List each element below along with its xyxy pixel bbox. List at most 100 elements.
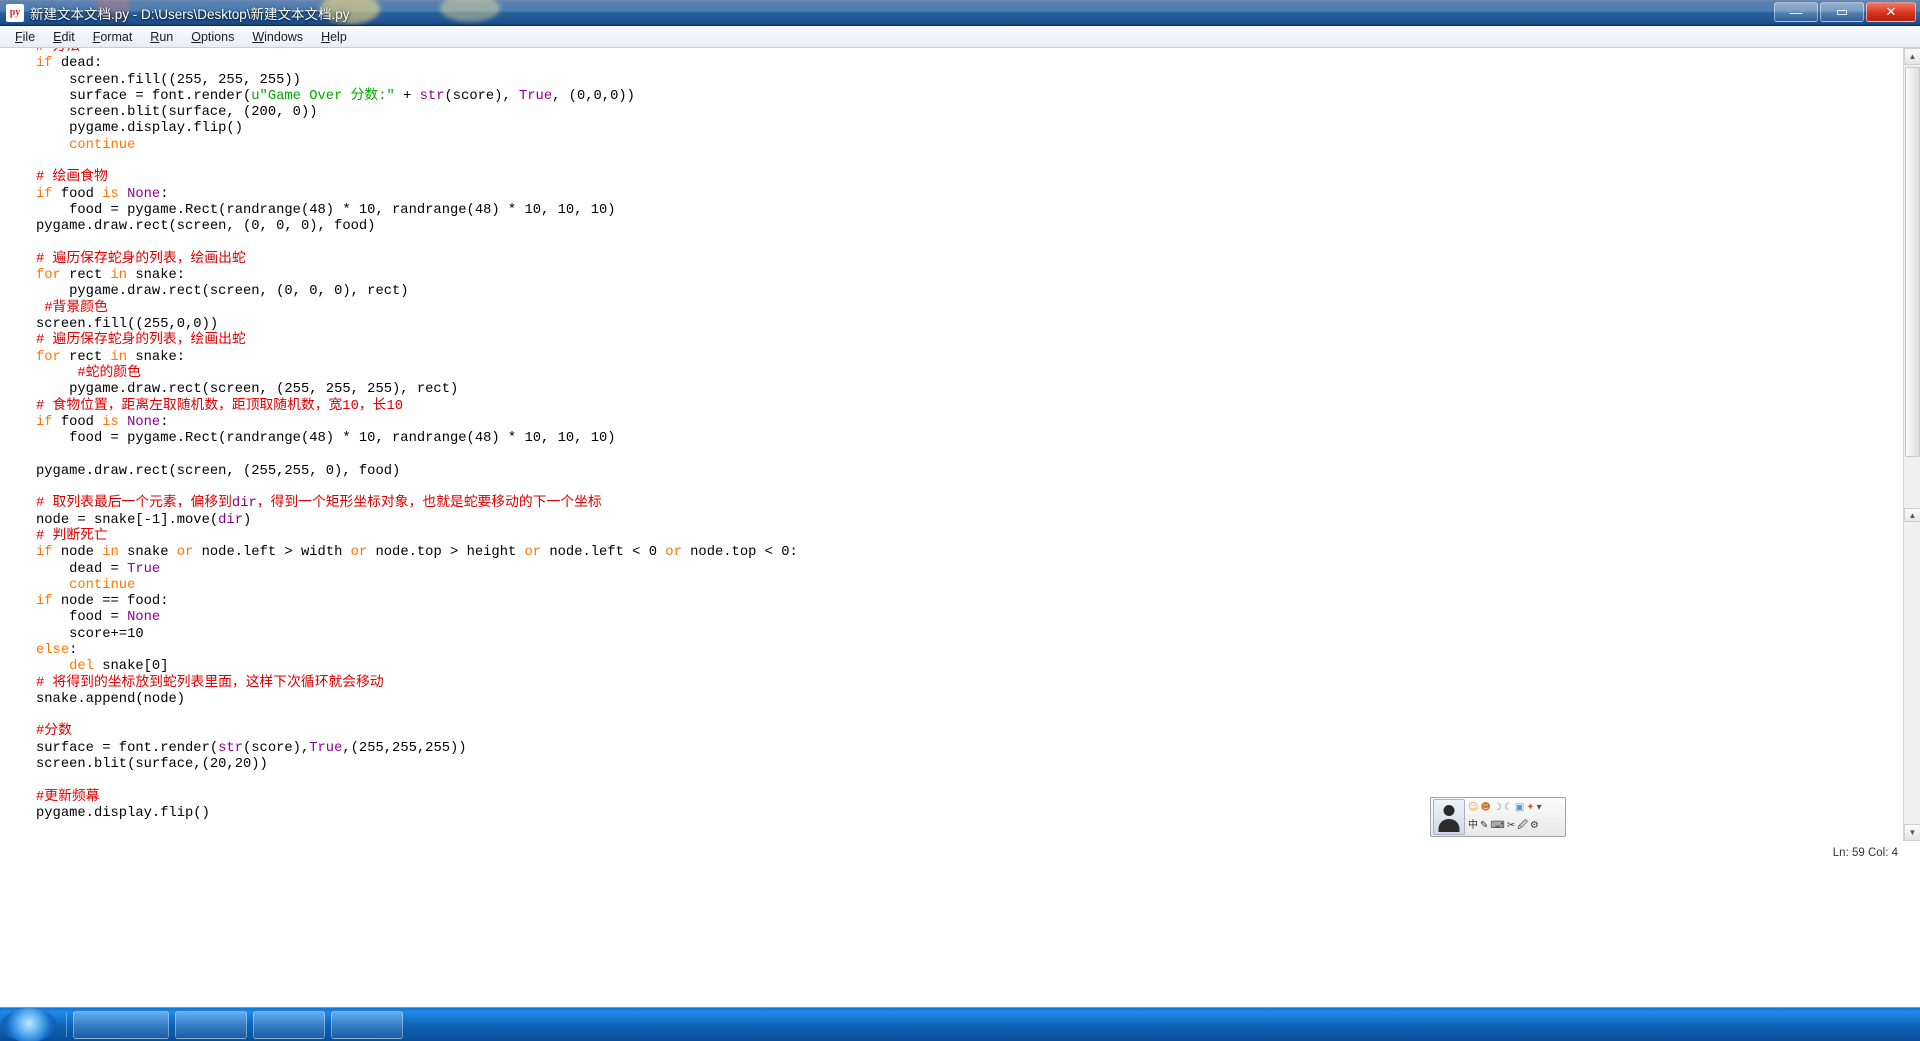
code-text[interactable]: # 方法if dead: screen.fill((255, 255, 255)… (36, 48, 798, 822)
code-line: snake.append(node) (36, 691, 186, 707)
code-token-bi: None (127, 186, 161, 202)
scroll-up-arrow[interactable]: ▲ (1904, 48, 1920, 65)
code-line: surface = font.render(str(score),True,(2… (36, 740, 467, 756)
menu-item-options[interactable]: Options (182, 28, 243, 46)
code-token-cmt: #蛇的颜色 (77, 365, 141, 381)
maximize-button[interactable]: ▭ (1820, 2, 1864, 22)
code-token-cmt: #更新频幕 (36, 789, 100, 805)
aero-reflection-3 (440, 0, 500, 22)
taskbar-item-4[interactable] (331, 1010, 403, 1039)
menu-item-windows[interactable]: Windows (243, 28, 312, 46)
start-button[interactable] (2, 1007, 56, 1041)
scroll-thumb[interactable] (1905, 67, 1920, 457)
code-token-kw: if (36, 186, 53, 202)
code-line: # 将得到的坐标放到蛇列表里面，这样下次循环就会移动 (36, 676, 798, 692)
vertical-scrollbar[interactable]: ▲ ▲ ▼ (1903, 48, 1920, 841)
code-token-cmt: # 食物位置，距离左取随机数，距顶取随机数，宽10，长10 (36, 398, 404, 414)
moon-2-icon[interactable]: ☾ (1504, 803, 1513, 813)
menu-item-format[interactable]: Format (84, 28, 142, 46)
taskbar-item-3[interactable] (253, 1010, 325, 1039)
code-token-kw: continue (69, 137, 136, 153)
code-line: # 取列表最后一个元素，偏移到dir，得到一个矩形坐标对象，也就是蛇要移动的下一… (36, 496, 798, 512)
code-line: for rect in snake: (36, 268, 186, 284)
code-editor[interactable]: # 方法if dead: screen.fill((255, 255, 255)… (0, 48, 1920, 841)
code-token-cmt: # 遍历保存蛇身的列表，绘画出蛇 (36, 333, 246, 349)
code-token-kw: is (102, 414, 119, 430)
code-line: pygame.draw.rect(screen, (0, 0, 0), food… (36, 219, 376, 235)
window-controls: — ▭ ✕ (1774, 2, 1916, 22)
code-token-bi: None (127, 610, 161, 626)
code-token-bi: True (127, 561, 161, 577)
code-line: pygame.draw.rect(screen, (0, 0, 0), rect… (69, 284, 409, 300)
code-token-cmt: # 绘画食物 (36, 170, 108, 186)
smiley-2-icon[interactable]: ☻ (1480, 803, 1490, 813)
code-line: else: (36, 642, 78, 658)
code-token-kw: or (350, 545, 368, 561)
scroll-down-arrow[interactable]: ▼ (1904, 824, 1920, 841)
moon-icon[interactable]: ☽ (1493, 803, 1502, 813)
taskbar-divider (66, 1012, 67, 1037)
code-line: screen.fill((255,0,0)) (36, 317, 219, 333)
code-token-kw: if (36, 545, 53, 561)
ime-language-bar[interactable]: ☺ ☻ ☽ ☾ ▣ ✦ ▾ 中 ✎ ⌨ ✂ 🖉 ⚙ (1430, 797, 1566, 837)
taskbar-item-2[interactable] (175, 1010, 247, 1039)
code-token-cmt: #分数 (36, 724, 72, 740)
code-line: if node == food: (36, 594, 169, 610)
code-line: # 遍历保存蛇身的列表，绘画出蛇 (36, 333, 798, 349)
code-token-bi: str (218, 740, 243, 756)
pen-icon[interactable]: ✎ (1480, 821, 1488, 831)
menu-item-file[interactable]: File (6, 28, 44, 46)
code-line: for rect in snake: (36, 349, 186, 365)
code-line: # 方法 (36, 48, 798, 56)
box-icon[interactable]: ▣ (1515, 803, 1524, 813)
code-line: continue (36, 578, 798, 594)
tools-icon[interactable]: ✂ (1507, 821, 1515, 831)
code-token-kw: for (36, 268, 61, 284)
code-line: node = snake[-1].move(dir) (36, 512, 252, 528)
code-token-kw: if (36, 56, 53, 72)
menu-bar: File Edit Format Run Options Windows Help (0, 26, 1920, 48)
code-token-kw: in (110, 349, 128, 365)
idle-editor-window: py 新建文本文档.py - D:\Users\Desktop\新建文本文档.p… (0, 0, 1920, 1041)
code-token-kw: continue (69, 577, 136, 593)
code-token-cmt: # 取列表最后一个元素，偏移到 (36, 496, 232, 512)
cursor-position-status: Ln: 59 Col: 4 (1832, 847, 1898, 859)
code-line: pygame.display.flip() (69, 121, 243, 137)
menu-item-help[interactable]: Help (312, 28, 356, 46)
ime-avatar-icon[interactable] (1433, 799, 1465, 835)
scroll-mid-handle[interactable]: ▲ (1904, 508, 1920, 522)
code-line: if node in snake or node.left > width or… (36, 545, 798, 561)
code-token-kw: or (524, 545, 542, 561)
chevron-icon[interactable]: ▾ (1537, 803, 1542, 813)
minimize-button[interactable]: — (1774, 2, 1818, 22)
settings-icon[interactable]: ⚙ (1530, 821, 1539, 831)
code-token-bi: None (127, 414, 161, 430)
code-line: del snake[0] (69, 659, 169, 675)
ime-controls: ☺ ☻ ☽ ☾ ▣ ✦ ▾ 中 ✎ ⌨ ✂ 🖉 ⚙ (1467, 798, 1565, 836)
code-token-cmt: # 将得到的坐标放到蛇列表里面，这样下次循环就会移动 (36, 675, 384, 691)
python-file-icon: py (6, 3, 24, 22)
code-line: # 食物位置，距离左取随机数，距顶取随机数，宽10，长10 (36, 399, 798, 415)
code-token-bi: str (419, 88, 445, 104)
star-icon[interactable]: ✦ (1526, 803, 1534, 813)
menu-item-run[interactable]: Run (141, 28, 182, 46)
mic-icon[interactable]: 🖉 (1517, 821, 1528, 831)
code-line: screen.blit(surface,(20,20)) (36, 757, 268, 773)
code-line: #分数 (36, 724, 798, 740)
taskbar-item-1[interactable] (73, 1010, 169, 1039)
code-token-cmt: # 判断死亡 (36, 528, 108, 544)
menu-item-edit[interactable]: Edit (44, 28, 84, 46)
chinese-mode-icon[interactable]: 中 (1468, 821, 1478, 831)
title-bar[interactable]: py 新建文本文档.py - D:\Users\Desktop\新建文本文档.p… (0, 0, 1920, 26)
smiley-icon[interactable]: ☺ (1468, 803, 1478, 813)
close-button[interactable]: ✕ (1866, 2, 1916, 22)
windows-taskbar[interactable] (0, 1007, 1920, 1041)
code-token-cmt: #背景颜色 (44, 300, 108, 316)
code-line: pygame.display.flip() (36, 805, 210, 821)
keyboard-icon[interactable]: ⌨ (1490, 821, 1504, 831)
code-line: food = None (69, 610, 161, 626)
code-line: screen.blit(surface, (200, 0)) (69, 105, 318, 121)
